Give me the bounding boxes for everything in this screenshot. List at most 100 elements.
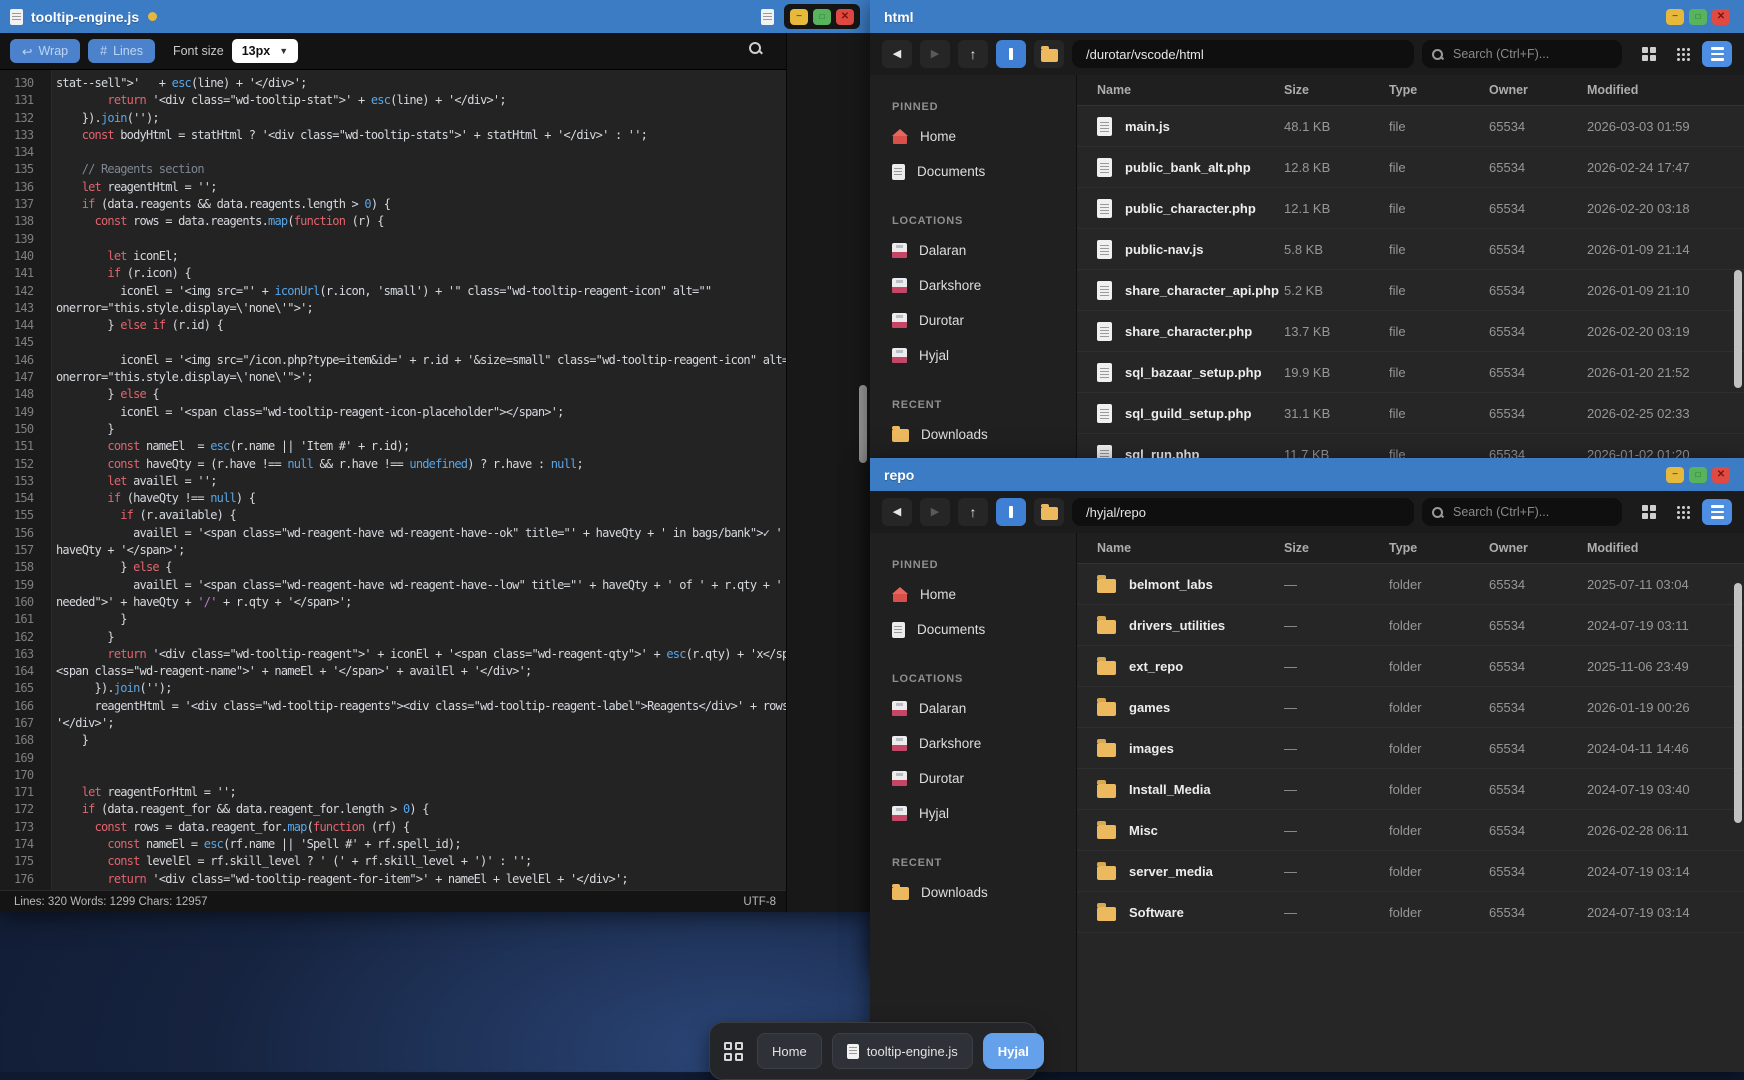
table-row[interactable]: Software—folder655342024-07-19 03:14 — [1077, 892, 1744, 933]
code-line[interactable]: stat--sell">' + esc(line) + '</div>'; — [56, 75, 786, 92]
new-folder-button[interactable] — [1034, 40, 1064, 68]
terminal-button[interactable] — [996, 40, 1026, 68]
sidebar-item-hyjal[interactable]: Hyjal — [892, 338, 1076, 373]
code-line[interactable]: } else { — [56, 559, 786, 576]
column-modified[interactable]: Modified — [1587, 541, 1734, 555]
code-line[interactable]: let iconEl; — [56, 248, 786, 265]
sidebar-item-documents[interactable]: Documents — [892, 612, 1076, 647]
taskbar-item-hyjal[interactable]: Hyjal — [983, 1033, 1044, 1069]
code-line[interactable]: <span class="wd-reagent-name">' + nameEl… — [56, 663, 786, 680]
code-line[interactable]: needed">' + haveQty + '/' + r.qty + '</s… — [56, 594, 786, 611]
table-row[interactable]: sql_guild_setup.php31.1 KBfile655342026-… — [1077, 393, 1744, 434]
sidebar-item-durotar[interactable]: Durotar — [892, 303, 1076, 338]
sidebar-item-dalaran[interactable]: Dalaran — [892, 691, 1076, 726]
code-line[interactable] — [56, 767, 786, 784]
back-button[interactable]: ◀ — [882, 498, 912, 526]
document-icon[interactable] — [761, 9, 774, 25]
code-line[interactable]: } — [56, 611, 786, 628]
table-row[interactable]: belmont_labs—folder655342025-07-11 03:04 — [1077, 564, 1744, 605]
table-row[interactable]: server_media—folder655342024-07-19 03:14 — [1077, 851, 1744, 892]
list-scrollbar[interactable] — [1734, 270, 1742, 388]
code-line[interactable]: iconEl = '<img src="' + iconUrl(r.icon, … — [56, 283, 786, 300]
lines-toggle-button[interactable]: # Lines — [88, 39, 155, 63]
forward-button[interactable]: ▶ — [920, 498, 950, 526]
code-line[interactable]: if (r.icon) { — [56, 265, 786, 282]
column-modified[interactable]: Modified — [1587, 83, 1734, 97]
column-name[interactable]: Name — [1097, 83, 1284, 97]
code-line[interactable]: let reagentForHtml = ''; — [56, 784, 786, 801]
grid-view-button[interactable] — [1634, 41, 1664, 67]
sidebar-item-durotar[interactable]: Durotar — [892, 761, 1076, 796]
column-size[interactable]: Size — [1284, 541, 1389, 555]
code-line[interactable]: availEl = '<span class="wd-reagent-have … — [56, 577, 786, 594]
code-line[interactable]: const rows = data.reagents.map(function … — [56, 213, 786, 230]
code-line[interactable]: } — [56, 629, 786, 646]
terminal-button[interactable] — [996, 498, 1026, 526]
back-button[interactable]: ◀ — [882, 40, 912, 68]
table-row[interactable]: games—folder655342026-01-19 00:26 — [1077, 687, 1744, 728]
table-row[interactable]: main.js48.1 KBfile655342026-03-03 01:59 — [1077, 106, 1744, 147]
table-row[interactable]: public_character.php12.1 KBfile655342026… — [1077, 188, 1744, 229]
code-line[interactable]: availEl = '<span class="wd-reagent-have … — [56, 525, 786, 542]
table-row[interactable]: public-nav.js5.8 KBfile655342026-01-09 2… — [1077, 229, 1744, 270]
forward-button[interactable]: ▶ — [920, 40, 950, 68]
wrap-toggle-button[interactable]: ↩ Wrap — [10, 39, 80, 63]
code-line[interactable]: '</div>'; — [56, 715, 786, 732]
code-line[interactable]: const nameEl = esc(rf.name || 'Spell #' … — [56, 836, 786, 853]
path-input[interactable] — [1084, 46, 1402, 63]
code-line[interactable]: if (haveQty !== null) { — [56, 490, 786, 507]
sidebar-item-hyjal[interactable]: Hyjal — [892, 796, 1076, 831]
sidebar-item-home[interactable]: Home — [892, 577, 1076, 612]
code-line[interactable]: const haveQty = (r.have !== null && r.ha… — [56, 456, 786, 473]
maximize-button[interactable]: □ — [1689, 467, 1707, 483]
search-input[interactable] — [1451, 46, 1612, 62]
code-line[interactable]: if (data.reagent_for && data.reagent_for… — [56, 801, 786, 818]
search-button[interactable] — [749, 42, 762, 60]
font-size-select[interactable]: 13px ▼ — [232, 39, 298, 63]
grid-view-button[interactable] — [1634, 499, 1664, 525]
table-row[interactable]: images—folder655342024-04-11 14:46 — [1077, 728, 1744, 769]
code-line[interactable]: let reagentHtml = ''; — [56, 179, 786, 196]
new-folder-button[interactable] — [1034, 498, 1064, 526]
sidebar-item-downloads[interactable]: Downloads — [892, 417, 1076, 452]
code-line[interactable]: } else { — [56, 386, 786, 403]
maximize-button[interactable]: □ — [1689, 9, 1707, 25]
table-row[interactable]: drivers_utilities—folder655342024-07-19 … — [1077, 605, 1744, 646]
code-line[interactable]: iconEl = '<img src="/icon.php?type=item&… — [56, 352, 786, 369]
up-button[interactable]: ↑ — [958, 498, 988, 526]
code-line[interactable]: } — [56, 421, 786, 438]
search-input[interactable] — [1451, 504, 1612, 520]
code-line[interactable] — [56, 334, 786, 351]
code-line[interactable]: const rows = data.reagent_for.map(functi… — [56, 819, 786, 836]
app-grid-icon[interactable] — [724, 1042, 743, 1061]
minimize-button[interactable]: − — [1666, 9, 1684, 25]
sidebar-item-documents[interactable]: Documents — [892, 154, 1076, 189]
code-line[interactable]: iconEl = '<span class="wd-tooltip-reagen… — [56, 404, 786, 421]
code-line[interactable]: haveQty + '</span>'; — [56, 542, 786, 559]
code-line[interactable]: } else if (r.id) { — [56, 317, 786, 334]
code-line[interactable]: // Reagents section — [56, 161, 786, 178]
close-button[interactable]: ✕ — [1712, 467, 1730, 483]
compact-view-button[interactable] — [1668, 499, 1698, 525]
minimize-button[interactable]: − — [1666, 467, 1684, 483]
sidebar-item-downloads[interactable]: Downloads — [892, 875, 1076, 910]
code-line[interactable]: let availEl = ''; — [56, 473, 786, 490]
code-line[interactable]: const bodyHtml = statHtml ? '<div class=… — [56, 127, 786, 144]
up-button[interactable]: ↑ — [958, 40, 988, 68]
code-line[interactable] — [56, 231, 786, 248]
code-line[interactable]: onerror="this.style.display=\'none\'">'; — [56, 300, 786, 317]
minimize-button[interactable]: − — [790, 9, 808, 25]
code-line[interactable] — [56, 144, 786, 161]
maximize-button[interactable]: □ — [813, 9, 831, 25]
column-name[interactable]: Name — [1097, 541, 1284, 555]
code-line[interactable]: return '<div class="wd-tooltip-reagent">… — [56, 646, 786, 663]
code-line[interactable]: const nameEl = esc(r.name || 'Item #' + … — [56, 438, 786, 455]
code-line[interactable]: }).join(''); — [56, 680, 786, 697]
code-line[interactable]: onerror="this.style.display=\'none\'">'; — [56, 369, 786, 386]
compact-view-button[interactable] — [1668, 41, 1698, 67]
sidebar-item-darkshore[interactable]: Darkshore — [892, 268, 1076, 303]
code-area[interactable]: 1301311321331341351361371381391401411421… — [0, 70, 786, 890]
column-owner[interactable]: Owner — [1489, 83, 1587, 97]
table-row[interactable]: sql_bazaar_setup.php19.9 KBfile655342026… — [1077, 352, 1744, 393]
list-scrollbar[interactable] — [1734, 583, 1742, 823]
